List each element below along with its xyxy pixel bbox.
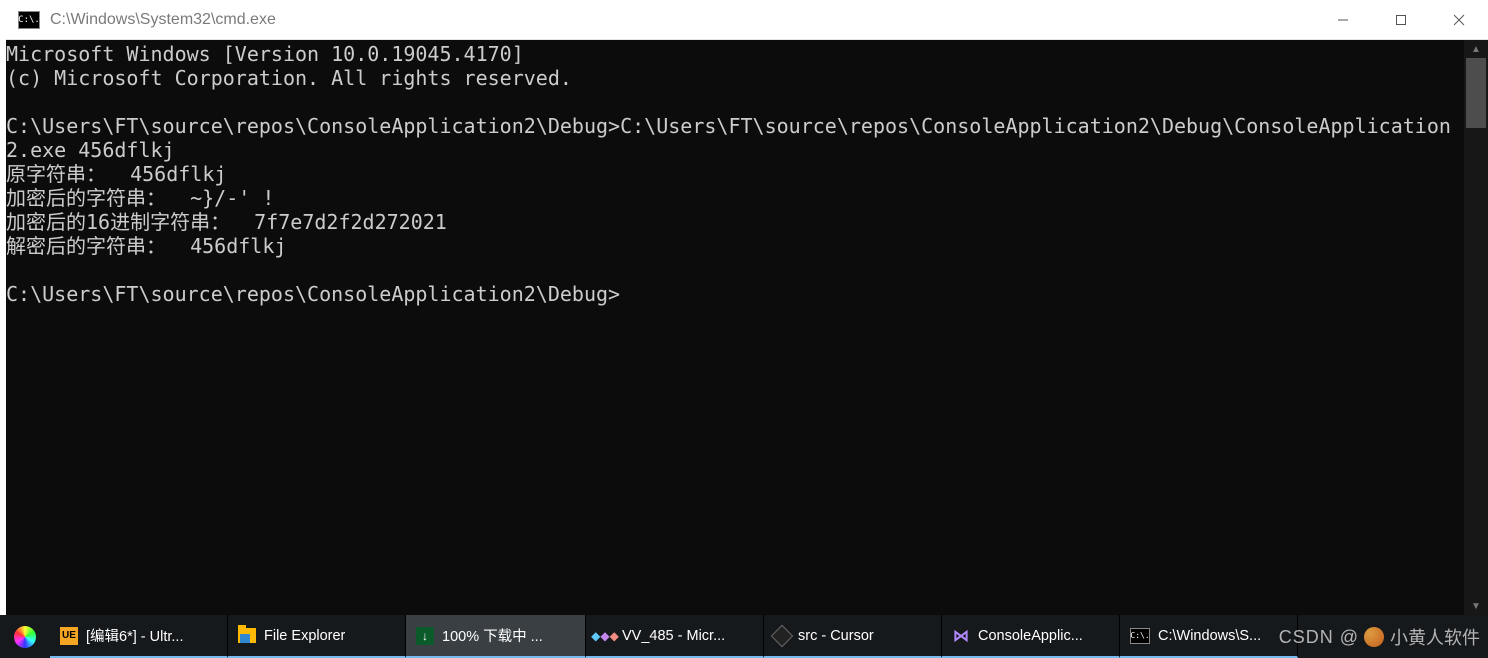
vv-icon: ◆◆◆ xyxy=(596,627,614,645)
scroll-down-arrow-icon[interactable]: ▼ xyxy=(1464,597,1488,615)
cmd-icon: C:\. xyxy=(1130,628,1150,644)
taskbar-item-download[interactable]: ↓ 100% 下载中 ... xyxy=(406,615,586,658)
taskbar-item-label: File Explorer xyxy=(264,628,345,644)
vs-icon: ⋈ xyxy=(952,627,970,645)
taskbar-item-label: [编辑6*] - Ultr... xyxy=(86,625,184,646)
close-button[interactable] xyxy=(1430,0,1488,39)
taskbar-item-explorer[interactable]: File Explorer xyxy=(228,615,406,658)
close-icon xyxy=(1453,14,1465,26)
taskbar-item-label: ConsoleApplic... xyxy=(978,628,1083,644)
window-title: C:\Windows\System32\cmd.exe xyxy=(50,11,276,29)
taskbar-item-vv485[interactable]: ◆◆◆ VV_485 - Micr... xyxy=(586,615,764,658)
taskbar-item-start[interactable] xyxy=(0,615,50,658)
maximize-button[interactable] xyxy=(1372,0,1430,39)
folder-icon xyxy=(238,628,256,643)
console-area[interactable]: Microsoft Windows [Version 10.0.19045.41… xyxy=(6,40,1488,615)
scroll-up-arrow-icon[interactable]: ▲ xyxy=(1464,40,1488,58)
cmd-window: C:\. C:\Windows\System32\cmd.exe Microso… xyxy=(6,0,1488,615)
ue-icon: UE xyxy=(60,627,78,645)
taskbar-item-cursor[interactable]: src - Cursor xyxy=(764,615,942,658)
taskbar: UE [编辑6*] - Ultr... File Explorer ↓ 100% 下载中… xyxy=(0,615,1488,658)
console-output[interactable]: Microsoft Windows [Version 10.0.19045.41… xyxy=(6,40,1464,615)
titlebar[interactable]: C:\. C:\Windows\System32\cmd.exe xyxy=(6,0,1488,40)
taskbar-item-label: VV_485 - Micr... xyxy=(622,628,725,644)
cursor-icon xyxy=(771,624,794,647)
cmd-app-icon: C:\. xyxy=(18,11,40,29)
maximize-icon xyxy=(1395,14,1407,26)
taskbar-item-ultraedit[interactable]: UE [编辑6*] - Ultr... xyxy=(50,615,228,658)
taskbar-item-label: src - Cursor xyxy=(798,628,874,644)
taskbar-item-cmd[interactable]: C:\. C:\Windows\S... xyxy=(1120,615,1298,658)
vertical-scrollbar[interactable]: ▲ ▼ xyxy=(1464,40,1488,615)
rainbow-icon xyxy=(14,626,36,648)
download-icon: ↓ xyxy=(416,627,434,645)
scrollbar-thumb[interactable] xyxy=(1466,58,1486,128)
minimize-icon xyxy=(1337,14,1349,26)
window-controls xyxy=(1314,0,1488,39)
taskbar-item-label: 100% 下载中 ... xyxy=(442,625,543,646)
minimize-button[interactable] xyxy=(1314,0,1372,39)
taskbar-item-vs[interactable]: ⋈ ConsoleApplic... xyxy=(942,615,1120,658)
taskbar-item-label: C:\Windows\S... xyxy=(1158,628,1261,644)
